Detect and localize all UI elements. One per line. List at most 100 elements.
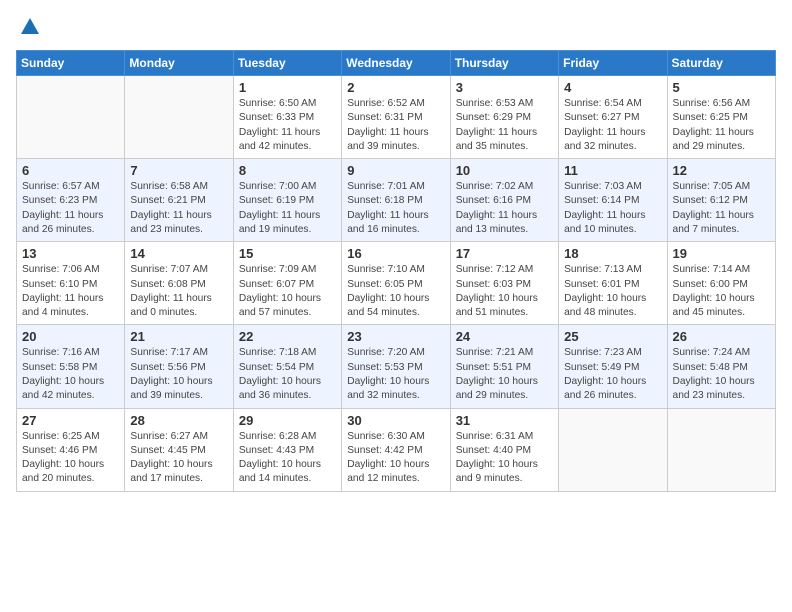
calendar-cell: 27 Sunrise: 6:25 AM Sunset: 4:46 PM Dayli… [17,408,125,491]
day-info: Sunrise: 7:21 AM Sunset: 5:51 PM Dayligh… [456,346,553,403]
calendar-cell: 5Sunrise: 6:56 AM Sunset: 6:25 PM Daylig… [667,76,775,159]
calendar-cell: 2 Sunrise: 6:52 AM Sunset: 6:31 PM Daylig… [342,76,450,159]
day-info: Sunrise: 6:58 AM Sunset: 6:21 PM Dayligh… [130,180,227,237]
day-number: 13 [22,246,119,261]
calendar-cell: 31Sunrise: 6:31 AM Sunset: 4:40 PM Dayli… [450,408,558,491]
day-number: 8 [239,163,336,178]
day-number: 2 [347,80,444,95]
day-number: 12 [673,163,770,178]
calendar-cell: 8 Sunrise: 7:00 AM Sunset: 6:19 PM Daylig… [233,159,341,242]
day-info: Sunrise: 7:03 AM Sunset: 6:14 PM Dayligh… [564,180,661,237]
calendar-cell [125,76,233,159]
calendar-cell: 11 Sunrise: 7:03 AM Sunset: 6:14 PM Dayli… [559,159,667,242]
logo-icon [19,16,41,38]
day-info: Sunrise: 6:57 AM Sunset: 6:23 PM Dayligh… [22,180,119,237]
day-info: Sunrise: 6:30 AM Sunset: 4:42 PM Dayligh… [347,430,444,487]
day-info: Sunrise: 7:09 AM Sunset: 6:07 PM Dayligh… [239,263,336,320]
day-info: Sunrise: 7:24 AM Sunset: 5:48 PM Dayligh… [673,346,770,403]
day-number: 30 [347,413,444,428]
calendar-cell: 23 Sunrise: 7:20 AM Sunset: 5:53 PM Dayli… [342,325,450,408]
calendar-cell: 26 Sunrise: 7:24 AM Sunset: 5:48 PM Dayli… [667,325,775,408]
calendar-week-row: 6 Sunrise: 6:57 AM Sunset: 6:23 PM Daylig… [17,159,776,242]
calendar-cell: 25 Sunrise: 7:23 AM Sunset: 5:49 PM Dayli… [559,325,667,408]
day-number: 7 [130,163,227,178]
weekday-header-friday: Friday [559,51,667,76]
day-number: 18 [564,246,661,261]
weekday-header-thursday: Thursday [450,51,558,76]
day-number: 15 [239,246,336,261]
calendar-cell: 17Sunrise: 7:12 AM Sunset: 6:03 PM Dayli… [450,242,558,325]
day-number: 3 [456,80,553,95]
calendar-table: SundayMondayTuesdayWednesdayThursdayFrid… [16,50,776,492]
day-info: Sunrise: 6:56 AM Sunset: 6:25 PM Dayligh… [673,97,770,154]
calendar-cell: 16Sunrise: 7:10 AM Sunset: 6:05 PM Dayli… [342,242,450,325]
weekday-header-sunday: Sunday [17,51,125,76]
calendar-cell: 4 Sunrise: 6:54 AM Sunset: 6:27 PM Daylig… [559,76,667,159]
day-info: Sunrise: 6:52 AM Sunset: 6:31 PM Dayligh… [347,97,444,154]
day-info: Sunrise: 7:02 AM Sunset: 6:16 PM Dayligh… [456,180,553,237]
day-info: Sunrise: 7:16 AM Sunset: 5:58 PM Dayligh… [22,346,119,403]
logo [16,16,41,44]
calendar-week-row: 20 Sunrise: 7:16 AM Sunset: 5:58 PM Dayli… [17,325,776,408]
day-info: Sunrise: 6:50 AM Sunset: 6:33 PM Dayligh… [239,97,336,154]
day-number: 17 [456,246,553,261]
day-number: 22 [239,329,336,344]
weekday-header-tuesday: Tuesday [233,51,341,76]
day-info: Sunrise: 7:20 AM Sunset: 5:53 PM Dayligh… [347,346,444,403]
day-number: 26 [673,329,770,344]
calendar-cell: 22 Sunrise: 7:18 AM Sunset: 5:54 PM Dayli… [233,325,341,408]
day-number: 23 [347,329,444,344]
calendar-week-row: 27 Sunrise: 6:25 AM Sunset: 4:46 PM Dayli… [17,408,776,491]
day-number: 14 [130,246,227,261]
day-number: 19 [673,246,770,261]
day-info: Sunrise: 7:07 AM Sunset: 6:08 PM Dayligh… [130,263,227,320]
weekday-header-saturday: Saturday [667,51,775,76]
day-info: Sunrise: 6:31 AM Sunset: 4:40 PM Dayligh… [456,430,553,487]
day-info: Sunrise: 6:27 AM Sunset: 4:45 PM Dayligh… [130,430,227,487]
page-header [16,16,776,44]
day-number: 20 [22,329,119,344]
day-info: Sunrise: 6:54 AM Sunset: 6:27 PM Dayligh… [564,97,661,154]
calendar-cell: 20 Sunrise: 7:16 AM Sunset: 5:58 PM Dayli… [17,325,125,408]
day-number: 10 [456,163,553,178]
day-number: 21 [130,329,227,344]
day-info: Sunrise: 7:23 AM Sunset: 5:49 PM Dayligh… [564,346,661,403]
day-number: 9 [347,163,444,178]
calendar-cell: 14 Sunrise: 7:07 AM Sunset: 6:08 PM Dayli… [125,242,233,325]
day-info: Sunrise: 6:25 AM Sunset: 4:46 PM Dayligh… [22,430,119,487]
calendar-cell: 18Sunrise: 7:13 AM Sunset: 6:01 PM Dayli… [559,242,667,325]
weekday-header-monday: Monday [125,51,233,76]
day-number: 1 [239,80,336,95]
calendar-cell: 19 Sunrise: 7:14 AM Sunset: 6:00 PM Dayli… [667,242,775,325]
day-info: Sunrise: 6:53 AM Sunset: 6:29 PM Dayligh… [456,97,553,154]
calendar-cell: 7 Sunrise: 6:58 AM Sunset: 6:21 PM Daylig… [125,159,233,242]
day-info: Sunrise: 7:00 AM Sunset: 6:19 PM Dayligh… [239,180,336,237]
day-info: Sunrise: 7:17 AM Sunset: 5:56 PM Dayligh… [130,346,227,403]
day-number: 4 [564,80,661,95]
calendar-cell: 6 Sunrise: 6:57 AM Sunset: 6:23 PM Daylig… [17,159,125,242]
day-info: Sunrise: 7:06 AM Sunset: 6:10 PM Dayligh… [22,263,119,320]
day-number: 6 [22,163,119,178]
day-number: 29 [239,413,336,428]
calendar-cell: 12Sunrise: 7:05 AM Sunset: 6:12 PM Dayli… [667,159,775,242]
day-number: 25 [564,329,661,344]
day-info: Sunrise: 7:01 AM Sunset: 6:18 PM Dayligh… [347,180,444,237]
calendar-cell [17,76,125,159]
calendar-cell: 3 Sunrise: 6:53 AM Sunset: 6:29 PM Daylig… [450,76,558,159]
calendar-cell: 10 Sunrise: 7:02 AM Sunset: 6:16 PM Dayli… [450,159,558,242]
calendar-cell: 1 Sunrise: 6:50 AM Sunset: 6:33 PM Daylig… [233,76,341,159]
calendar-cell [667,408,775,491]
calendar-cell: 30 Sunrise: 6:30 AM Sunset: 4:42 PM Dayli… [342,408,450,491]
weekday-header-wednesday: Wednesday [342,51,450,76]
calendar-header-row: SundayMondayTuesdayWednesdayThursdayFrid… [17,51,776,76]
calendar-cell: 28 Sunrise: 6:27 AM Sunset: 4:45 PM Dayli… [125,408,233,491]
calendar-cell: 9 Sunrise: 7:01 AM Sunset: 6:18 PM Daylig… [342,159,450,242]
day-number: 27 [22,413,119,428]
calendar-week-row: 1 Sunrise: 6:50 AM Sunset: 6:33 PM Daylig… [17,76,776,159]
day-number: 16 [347,246,444,261]
day-number: 11 [564,163,661,178]
calendar-cell: 15 Sunrise: 7:09 AM Sunset: 6:07 PM Dayli… [233,242,341,325]
day-info: Sunrise: 7:14 AM Sunset: 6:00 PM Dayligh… [673,263,770,320]
day-number: 28 [130,413,227,428]
day-info: Sunrise: 7:18 AM Sunset: 5:54 PM Dayligh… [239,346,336,403]
